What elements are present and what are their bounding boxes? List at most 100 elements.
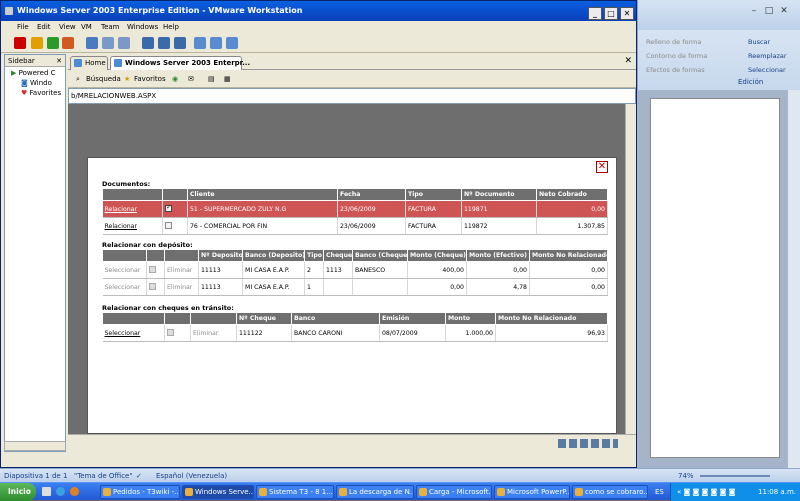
edit-icon[interactable]: ▦ — [224, 75, 231, 83]
cell-banco: BANCO CARONI — [291, 324, 380, 342]
ribbon-contorno[interactable]: Contorno de forma — [646, 52, 707, 60]
task-windows-server[interactable]: Windows Serve... — [182, 485, 254, 499]
menu-file[interactable]: File — [17, 23, 29, 31]
word-statusbar: Diapositiva 1 de 1 "Tema de Office" ✓ Es… — [0, 468, 800, 482]
task-pedidos[interactable]: Pedidos - T3wiki -... — [100, 485, 180, 499]
menu-vm[interactable]: VM — [81, 23, 92, 31]
word-scrollbar[interactable] — [787, 90, 800, 470]
device-icons[interactable] — [558, 439, 618, 448]
tab-home[interactable]: Home — [70, 56, 108, 70]
col-header — [102, 188, 163, 201]
suspend-icon[interactable] — [31, 37, 43, 49]
tray-icons[interactable]: « ◙ ◙ ◙ ◙ ◙ ◙ — [677, 488, 735, 496]
task-powerpoint[interactable]: Microsoft PowerP... — [494, 485, 570, 499]
seleccionar-link[interactable]: Seleccionar — [102, 261, 147, 279]
start-button[interactable]: Inicio — [0, 483, 36, 501]
spellcheck-icon[interactable]: ✓ — [136, 472, 142, 480]
status-language[interactable]: Español (Venezuela) — [156, 472, 227, 480]
minimize-icon[interactable]: – — [748, 6, 760, 16]
menu-view[interactable]: View — [59, 23, 76, 31]
zoom-slider[interactable] — [700, 475, 770, 477]
menu-edit[interactable]: Edit — [37, 23, 51, 31]
task-como-se-cobraron[interactable]: como se cobraro... — [572, 485, 648, 499]
close-icon[interactable]: ✕ — [620, 7, 634, 20]
close-tab-icon[interactable]: ✕ — [624, 56, 632, 66]
cell-monto: 1.000,00 — [445, 324, 496, 342]
cell-num-deposito: 11113 — [198, 261, 243, 279]
history-icon[interactable]: ◉ — [172, 75, 178, 83]
revert-icon[interactable] — [102, 37, 114, 49]
seleccionar-link[interactable]: Seleccionar — [102, 324, 165, 342]
checkbox-icon[interactable] — [165, 222, 172, 230]
row-checkbox — [164, 324, 191, 342]
zoom-level[interactable]: 74% — [678, 472, 694, 480]
sidebar-toggle-icon[interactable] — [142, 37, 154, 49]
table-row[interactable]: Relacionar 76 - COMERCIAL POR FIN 23/06/… — [102, 217, 608, 235]
ribbon-seleccionar[interactable]: Seleccionar — [748, 66, 786, 74]
minimize-icon[interactable]: _ — [588, 7, 602, 20]
checkbox-disabled-icon — [149, 266, 156, 274]
power-off-icon[interactable] — [14, 37, 26, 49]
relacionar-link[interactable]: Relacionar — [102, 217, 163, 235]
col-header: Banco (Cheque) — [352, 249, 408, 262]
table-header: Cliente Fecha Tipo Nº Documento Neto Cob… — [102, 188, 608, 201]
col-header — [164, 312, 191, 325]
ribbon-relleno[interactable]: Relleno de forma — [646, 38, 701, 46]
snapshot-manager-icon[interactable] — [118, 37, 130, 49]
mail-icon[interactable]: ✉ — [188, 75, 194, 83]
desktop-icon[interactable] — [42, 487, 51, 496]
quick-switch-icon[interactable] — [158, 37, 170, 49]
row-checkbox[interactable] — [162, 200, 188, 218]
sidebar-item-favorites[interactable]: ♥ Favorites — [21, 89, 61, 97]
search-button[interactable]: Búsqueda — [86, 75, 121, 83]
menu-windows[interactable]: Windows — [127, 23, 158, 31]
star-icon[interactable]: ★ — [124, 75, 130, 83]
search-icon[interactable]: ⌕ — [76, 75, 80, 84]
cell-num: 119872 — [461, 217, 537, 235]
checkbox-checked-icon[interactable] — [165, 203, 172, 213]
app-icon — [339, 488, 347, 496]
close-icon[interactable]: ✕ — [778, 6, 790, 16]
eliminar-link[interactable]: Eliminar — [164, 261, 199, 279]
close-icon[interactable]: ✕ — [56, 55, 62, 67]
task-carga[interactable]: Carga - Microsoft... — [416, 485, 492, 499]
full-screen-icon[interactable] — [174, 37, 186, 49]
print-icon[interactable]: ▤ — [208, 75, 215, 83]
documentos-table: Cliente Fecha Tipo Nº Documento Neto Cob… — [102, 188, 608, 235]
cell-monto-no-relacionado: 0,00 — [529, 261, 608, 279]
sidebar-scrollbar[interactable] — [4, 441, 66, 451]
ribbon-efectos[interactable]: Efectos de formas — [646, 66, 705, 74]
favorites-button[interactable]: Favoritos — [134, 75, 166, 83]
page-scrollbar[interactable] — [625, 104, 636, 434]
summary-view-icon[interactable] — [210, 37, 222, 49]
address-bar[interactable]: b/MRELACIONWEB.ASPX — [68, 88, 636, 104]
maximize-icon[interactable]: □ — [604, 7, 618, 20]
close-icon[interactable]: ✕ — [596, 161, 608, 173]
table-row[interactable]: Relacionar 51 - SUPERMERCADO ZULY N.G 23… — [102, 200, 608, 218]
language-indicator[interactable]: ES — [655, 488, 664, 496]
ie-icon[interactable] — [56, 487, 65, 496]
reset-icon[interactable] — [62, 37, 74, 49]
menu-help[interactable]: Help — [163, 23, 179, 31]
eliminar-link[interactable]: Eliminar — [190, 324, 237, 342]
maximize-icon[interactable]: □ — [763, 6, 775, 16]
ribbon-buscar[interactable]: Buscar — [748, 38, 770, 46]
sidebar-item-windows[interactable]: ◙ Windo — [21, 79, 52, 87]
row-checkbox[interactable] — [162, 217, 188, 235]
seleccionar-link[interactable]: Seleccionar — [102, 278, 147, 296]
power-on-icon[interactable] — [47, 37, 59, 49]
relacionar-link[interactable]: Relacionar — [102, 200, 163, 218]
console-view-icon[interactable] — [194, 37, 206, 49]
menu-team[interactable]: Team — [101, 23, 120, 31]
snapshot-icon[interactable] — [86, 37, 98, 49]
sidebar-item-powered[interactable]: ▶ Powered C — [11, 69, 56, 77]
task-sistema[interactable]: Sistema T3 - 8 1... — [256, 485, 334, 499]
eliminar-link[interactable]: Eliminar — [164, 278, 199, 296]
tab-windows-server[interactable]: Windows Server 2003 Enterpr... — [110, 56, 250, 70]
ribbon-reemplazar[interactable]: Reemplazar — [748, 52, 787, 60]
task-descarga[interactable]: La descarga de N... — [336, 485, 414, 499]
appliance-view-icon[interactable] — [226, 37, 238, 49]
firefox-icon[interactable] — [70, 487, 79, 496]
window-title: Windows Server 2003 Enterprise Edition -… — [17, 6, 303, 15]
col-header — [164, 249, 199, 262]
